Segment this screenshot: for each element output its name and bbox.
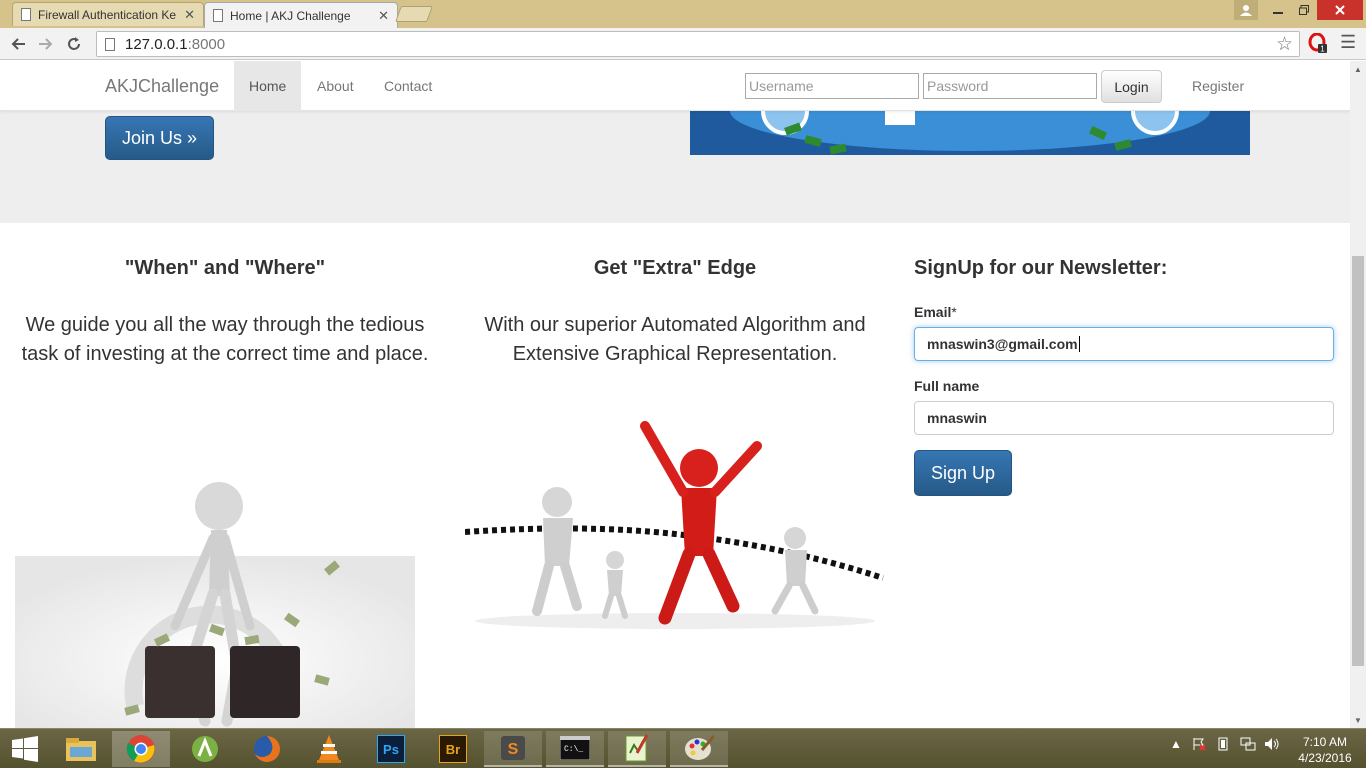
system-clock[interactable]: 7:10 AM 4/23/2016 [1292, 734, 1358, 766]
page-viewport: Join Us » AKJChallenge Home About Contac… [0, 61, 1350, 728]
volume-icon[interactable] [1264, 737, 1280, 754]
page-scrollbar[interactable]: ▲ ▼ [1350, 61, 1366, 728]
user-profile-icon[interactable] [1234, 0, 1258, 20]
clock-date: 4/23/2016 [1298, 751, 1352, 765]
nav-home[interactable]: Home [234, 61, 302, 111]
command-prompt-icon[interactable]: C:\_ [546, 731, 604, 767]
scroll-up-icon[interactable]: ▲ [1350, 61, 1366, 77]
column-when-where-title: "When" and "Where" [124, 257, 326, 279]
restore-icon[interactable] [1291, 0, 1317, 20]
svg-text:C:\_: C:\_ [564, 745, 583, 754]
scroll-thumb[interactable] [1352, 256, 1364, 666]
brand-logo[interactable]: AKJChallenge [105, 76, 219, 97]
forward-icon[interactable] [34, 32, 58, 56]
browser-titlebar: Firewall Authentication Ke ✕ Home | AKJ … [0, 0, 1366, 28]
email-field[interactable]: mnaswin3@gmail.com [914, 327, 1334, 361]
opera-extension-icon[interactable]: 1 [1308, 32, 1328, 54]
url-host: 127.0.0.1 [125, 35, 188, 53]
svg-text:Br: Br [446, 742, 460, 757]
action-center-flag-icon[interactable] [1192, 737, 1206, 754]
notepad-plus-icon[interactable] [608, 731, 666, 767]
windows-taskbar: Ps Br S C:\_ ▲ 7:10 AM 4/23/2016 [0, 728, 1366, 768]
svg-text:Ps: Ps [383, 742, 399, 757]
file-explorer-icon[interactable] [52, 731, 110, 767]
full-name-field[interactable]: mnaswin [914, 401, 1334, 435]
sign-up-button[interactable]: Sign Up [914, 450, 1012, 496]
tab-label: Home | AKJ Challenge [230, 8, 351, 23]
column-extra-edge-text: With our superior Automated Algorithm an… [484, 314, 866, 365]
vlc-icon[interactable] [300, 731, 358, 767]
full-name-label: Full name [914, 378, 980, 394]
bookmark-star-icon[interactable]: ☆ [1276, 33, 1293, 56]
site-navbar: AKJChallenge Home About Contact Username… [0, 61, 1350, 111]
email-label-text: Email [914, 304, 952, 320]
chrome-menu-icon[interactable]: ☰ [1340, 32, 1356, 53]
android-studio-icon[interactable] [176, 731, 234, 767]
nav-contact[interactable]: Contact [369, 61, 447, 111]
investor-illustration [15, 476, 415, 728]
join-us-button[interactable]: Join Us » [105, 116, 214, 160]
reload-icon[interactable] [62, 32, 86, 56]
url-port: :8000 [187, 35, 226, 53]
banner-image [690, 111, 1250, 155]
page-icon [105, 37, 115, 51]
required-marker: * [951, 304, 957, 320]
login-button[interactable]: Login [1101, 70, 1162, 103]
page-icon [21, 8, 31, 21]
photoshop-icon[interactable]: Ps [362, 731, 420, 767]
column-extra-edge-title: Get "Extra" Edge [593, 257, 757, 279]
browser-toolbar: 127.0.0.1:8000 ☆ 1 ☰ [0, 28, 1366, 60]
minimize-icon[interactable] [1265, 0, 1291, 20]
tab-label: Firewall Authentication Ke [38, 7, 177, 22]
paint-icon[interactable] [670, 731, 728, 767]
windows-start-icon[interactable] [0, 731, 50, 767]
text-caret [1078, 336, 1080, 352]
email-value: mnaswin3@gmail.com [927, 336, 1078, 352]
username-input[interactable]: Username [745, 73, 919, 99]
tab-close-icon[interactable]: ✕ [184, 7, 195, 23]
tab-home[interactable]: Home | AKJ Challenge ✕ [204, 2, 398, 28]
back-icon[interactable] [6, 32, 30, 56]
address-bar[interactable]: 127.0.0.1:8000 ☆ [96, 31, 1300, 57]
chrome-taskbar-icon[interactable] [112, 731, 170, 767]
close-window-icon[interactable] [1317, 0, 1363, 20]
password-input[interactable]: Password [923, 73, 1097, 99]
register-link[interactable]: Register [1192, 78, 1244, 94]
page-icon [213, 9, 223, 22]
newsletter-title: SignUp for our Newsletter: [914, 257, 1168, 279]
power-icon[interactable] [1216, 737, 1230, 754]
show-hidden-icons[interactable]: ▲ [1170, 737, 1182, 751]
svg-text:S: S [508, 741, 519, 758]
network-icon[interactable] [1240, 737, 1256, 754]
finish-line-illustration [464, 406, 885, 636]
full-name-value: mnaswin [927, 410, 987, 426]
nav-about[interactable]: About [302, 61, 369, 111]
email-label: Email* [914, 304, 957, 320]
scroll-down-icon[interactable]: ▼ [1350, 712, 1366, 728]
sublime-text-icon[interactable]: S [484, 731, 542, 767]
clock-time: 7:10 AM [1302, 735, 1348, 749]
svg-text:1: 1 [1320, 45, 1325, 54]
firefox-icon[interactable] [238, 731, 296, 767]
new-tab-button[interactable] [395, 6, 433, 22]
column-when-where-text: We guide you all the way through the ted… [21, 314, 429, 365]
bridge-icon[interactable]: Br [424, 731, 482, 767]
tab-close-icon[interactable]: ✕ [378, 8, 389, 24]
tab-firewall[interactable]: Firewall Authentication Ke ✕ [12, 2, 204, 26]
